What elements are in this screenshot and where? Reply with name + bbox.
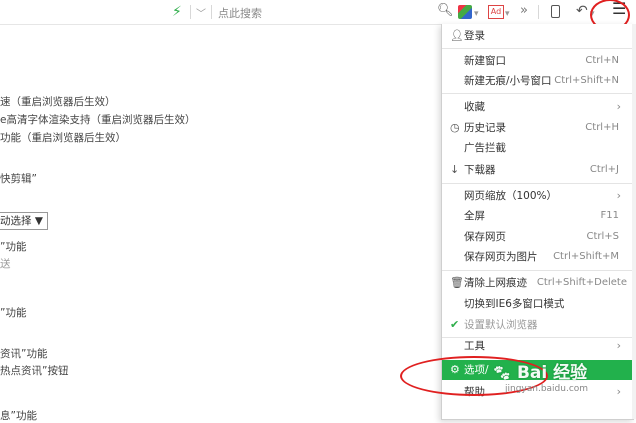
menu-item-tools[interactable]: 工具 › bbox=[442, 336, 633, 356]
menu-item-shortcut: Ctrl+Shift+M bbox=[553, 251, 619, 262]
menu-item-new-incognito-window[interactable]: 新建无痕/小号窗口 Ctrl+Shift+N bbox=[442, 71, 633, 91]
setting-text: ”功能 bbox=[0, 241, 27, 253]
menu-item-shortcut: Ctrl+S bbox=[586, 231, 619, 242]
menu-item-label: 新建无痕/小号窗口 bbox=[464, 75, 552, 87]
chevron-right-icon: › bbox=[616, 339, 621, 352]
chevron-down-icon[interactable]: ▾ bbox=[505, 6, 510, 22]
menu-item-label: 新建窗口 bbox=[464, 55, 506, 67]
watermark-url: jingyan.baidu.com bbox=[505, 384, 589, 394]
menu-item-label: 保存网页 bbox=[464, 231, 506, 243]
menu-divider bbox=[442, 48, 633, 49]
menu-item-label: 收藏 bbox=[464, 101, 485, 113]
menu-item-save-page-as-image[interactable]: 保存网页为图片 Ctrl+Shift+M bbox=[442, 247, 633, 267]
menu-item-clear-traces[interactable]: 🗑︎ 清除上网痕迹 Ctrl+Shift+Delete bbox=[442, 273, 633, 293]
chevron-right-icon: › bbox=[616, 385, 621, 398]
menu-item-login[interactable]: 👤︎ 登录 bbox=[442, 26, 633, 46]
menu-item-downloads[interactable]: ↓ 下载器 Ctrl+J bbox=[442, 160, 633, 180]
extension-icon[interactable] bbox=[458, 5, 472, 19]
menu-item-label: 下载器 bbox=[464, 164, 496, 176]
menu-divider bbox=[442, 93, 633, 94]
menu-item-fullscreen[interactable]: 全屏 F11 bbox=[442, 206, 633, 226]
download-icon: ↓ bbox=[450, 163, 460, 176]
menu-item-shortcut: Ctrl+J bbox=[589, 164, 619, 175]
menu-item-ad-block[interactable]: 广告拦截 bbox=[442, 138, 633, 158]
watermark-brand: Bai 经验 bbox=[516, 363, 588, 383]
menu-item-shortcut: Ctrl+H bbox=[585, 122, 619, 133]
menu-item-zoom[interactable]: 网页缩放（100%） › bbox=[442, 186, 633, 206]
phone-icon[interactable] bbox=[551, 5, 560, 18]
ad-block-icon[interactable]: Ad bbox=[488, 5, 504, 19]
toolbar-divider bbox=[190, 5, 191, 19]
user-icon: 👤︎ bbox=[450, 29, 464, 42]
menu-item-shortcut: F11 bbox=[600, 210, 619, 221]
clock-icon: ◷ bbox=[450, 121, 460, 134]
menu-item-save-page[interactable]: 保存网页 Ctrl+S bbox=[442, 227, 633, 247]
setting-text: 热点资讯”按钮 bbox=[0, 365, 69, 377]
toolbar-divider bbox=[538, 5, 539, 19]
browser-toolbar: ⚡ ﹀ 点此搜索 🔍︎ ▾ Ad ▾ » ↶ ▾ ☰ bbox=[0, 0, 636, 31]
trash-icon: 🗑︎ bbox=[450, 276, 464, 289]
chevron-right-icon: › bbox=[616, 100, 621, 113]
paw-icon: 🐾︎ bbox=[492, 364, 512, 382]
mode-select[interactable]: 动选择 ▼ bbox=[0, 212, 48, 230]
setting-text: 送 bbox=[0, 258, 11, 270]
setting-text: e高清字体渲染支持（重启浏览器后生效） bbox=[0, 114, 196, 126]
menu-item-label: 设置默认浏览器 bbox=[464, 319, 538, 331]
search-input[interactable]: 点此搜索 bbox=[218, 5, 262, 21]
menu-item-label: 网页缩放（100%） bbox=[464, 190, 558, 202]
menu-item-label: 登录 bbox=[464, 30, 485, 42]
lightning-icon[interactable]: ⚡ bbox=[172, 4, 182, 20]
chevron-down-icon[interactable]: ▾ bbox=[474, 6, 479, 22]
dropdown-arrow-icon: ▼ bbox=[34, 215, 43, 227]
menu-item-label: 切换到IE6多窗口模式 bbox=[464, 298, 565, 310]
menu-item-label: 清除上网痕迹 bbox=[464, 277, 527, 289]
menu-item-label: 广告拦截 bbox=[464, 142, 506, 154]
menu-item-label: 工具 bbox=[464, 340, 485, 352]
baidu-watermark: 🐾︎ Bai 经验 bbox=[492, 358, 587, 383]
menu-item-history[interactable]: ◷ 历史记录 Ctrl+H bbox=[442, 118, 633, 138]
menu-item-shortcut: Ctrl+N bbox=[585, 55, 619, 66]
menu-item-label: 历史记录 bbox=[464, 122, 506, 134]
menu-item-favorites[interactable]: 收藏 › bbox=[442, 97, 633, 117]
menu-item-label: 保存网页为图片 bbox=[464, 251, 538, 263]
setting-text: 息”功能 bbox=[0, 410, 37, 422]
menu-item-default-browser[interactable]: ✔ 设置默认浏览器 bbox=[442, 315, 633, 335]
menu-item-shortcut: Ctrl+Shift+N bbox=[554, 75, 619, 86]
settings-page: 速（重启浏览器后生效） e高清字体渲染支持（重启浏览器后生效） 功能（重启浏览器… bbox=[0, 24, 440, 422]
more-icon[interactable]: » bbox=[520, 3, 528, 19]
toolbar-divider bbox=[211, 5, 212, 19]
setting-text: 快剪辑” bbox=[0, 173, 37, 185]
menu-item-new-window[interactable]: 新建窗口 Ctrl+N bbox=[442, 51, 633, 71]
menu-divider bbox=[442, 270, 633, 271]
search-icon[interactable]: 🔍︎ bbox=[437, 3, 454, 19]
check-icon: ✔ bbox=[450, 318, 460, 331]
chevron-right-icon: › bbox=[616, 189, 621, 202]
chevron-down-icon[interactable]: ﹀ bbox=[196, 5, 206, 20]
setting-text: 功能（重启浏览器后生效） bbox=[0, 132, 126, 144]
menu-item-ie6-mode[interactable]: 切换到IE6多窗口模式 bbox=[442, 294, 633, 314]
setting-text: ”功能 bbox=[0, 307, 27, 319]
setting-text: 资讯”功能 bbox=[0, 348, 48, 360]
menu-divider bbox=[442, 183, 633, 184]
setting-text: 速（重启浏览器后生效） bbox=[0, 96, 116, 108]
undo-icon[interactable]: ↶ bbox=[576, 3, 588, 19]
select-value: 动选择 bbox=[0, 215, 32, 227]
scrollbar[interactable] bbox=[632, 24, 636, 419]
menu-item-label: 全屏 bbox=[464, 210, 485, 222]
menu-item-shortcut: Ctrl+Shift+Delete bbox=[536, 277, 627, 288]
